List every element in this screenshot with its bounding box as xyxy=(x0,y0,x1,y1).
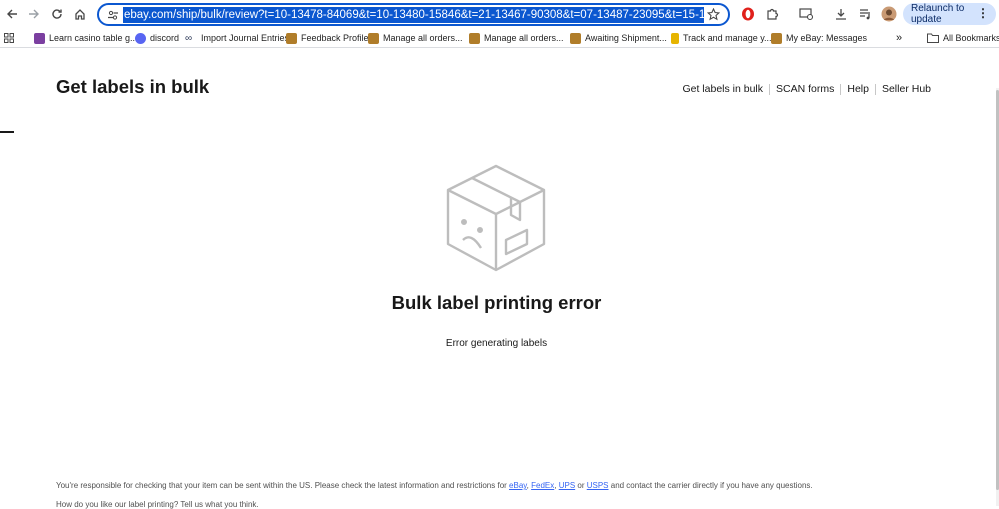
back-icon[interactable] xyxy=(2,4,22,24)
bookmark-item[interactable]: Manage all orders... xyxy=(368,31,463,45)
extensions-puzzle-icon[interactable] xyxy=(763,5,781,23)
bookmark-item[interactable]: Awaiting Shipment... xyxy=(570,31,667,45)
bookmark-label: Manage all orders... xyxy=(484,33,564,43)
link-ups[interactable]: UPS xyxy=(559,481,575,490)
download-icon[interactable] xyxy=(832,5,850,23)
disclaimer-separator: or xyxy=(575,481,587,490)
page-title: Get labels in bulk xyxy=(56,76,210,97)
home-icon[interactable] xyxy=(70,4,90,24)
media-control-icon[interactable] xyxy=(856,5,874,23)
bookmark-item[interactable]: My eBay: Messages xyxy=(771,31,867,45)
link-usps[interactable]: USPS xyxy=(587,481,609,490)
bookmark-label: Feedback Profile xyxy=(301,33,369,43)
folder-icon xyxy=(927,33,939,43)
infinity-favicon: ∞ xyxy=(185,32,193,44)
ebay-bag-favicon xyxy=(570,32,581,44)
bookmark-label: Import Journal Entries xyxy=(201,33,290,43)
bookmark-item[interactable]: discord xyxy=(135,31,179,45)
all-bookmarks-label: All Bookmarks xyxy=(943,33,999,43)
disclaimer-text: and contact the carrier directly if you … xyxy=(608,481,813,490)
bookmark-item[interactable]: ∞ Import Journal Entries xyxy=(185,31,289,45)
bookmark-label: Manage all orders... xyxy=(383,33,463,43)
link-separator xyxy=(840,83,842,95)
sad-box-icon xyxy=(443,162,549,274)
error-message: Error generating labels xyxy=(445,338,548,349)
link-scan-forms[interactable]: SCAN forms xyxy=(776,83,834,95)
bookmark-label: Awaiting Shipment... xyxy=(585,33,667,43)
address-bar[interactable]: ebay.com/ship/bulk/review?t=10-13478-840… xyxy=(97,3,730,26)
bag-favicon xyxy=(671,32,679,44)
link-help[interactable]: Help xyxy=(847,83,869,95)
menu-edge-mark xyxy=(0,131,14,133)
more-menu-icon[interactable]: ⋮ xyxy=(977,6,989,20)
ebay-bag-favicon xyxy=(469,32,480,44)
all-bookmarks-folder[interactable]: All Bookmarks xyxy=(927,31,999,45)
bookmark-star-icon[interactable] xyxy=(706,7,721,26)
link-separator xyxy=(874,83,876,95)
link-ebay[interactable]: eBay xyxy=(509,481,527,490)
bookmark-item[interactable]: Learn casino table g... xyxy=(34,31,138,45)
discord-favicon xyxy=(135,32,146,44)
casino-favicon xyxy=(34,32,45,44)
bookmark-item[interactable]: Feedback Profile xyxy=(286,31,369,45)
url-text[interactable]: ebay.com/ship/bulk/review?t=10-13478-840… xyxy=(123,6,704,23)
link-separator xyxy=(769,83,771,95)
bookmark-label: Track and manage y... xyxy=(683,33,772,43)
apps-grid-icon[interactable] xyxy=(4,31,14,45)
opera-extension-icon[interactable] xyxy=(739,5,757,23)
error-title: Bulk label printing error xyxy=(391,292,602,313)
bookmarks-overflow-chevron-icon[interactable]: » xyxy=(896,31,902,45)
bookmark-item[interactable]: Manage all orders... xyxy=(469,31,564,45)
cast-screen-icon[interactable] xyxy=(797,5,815,23)
top-links-nav: Get labels in bulk SCAN forms Help Selle… xyxy=(682,83,931,95)
reload-icon[interactable] xyxy=(47,4,67,24)
relaunch-button[interactable]: Relaunch to update ⋮ xyxy=(903,3,996,25)
page-content: Get labels in bulk Get labels in bulk SC… xyxy=(0,48,999,509)
browser-toolbar: ebay.com/ship/bulk/review?t=10-13478-840… xyxy=(0,0,999,28)
carrier-disclaimer: You're responsible for checking that you… xyxy=(56,481,813,490)
link-fedex[interactable]: FedEx xyxy=(531,481,554,490)
feedback-prompt[interactable]: How do you like our label printing? Tell… xyxy=(56,500,259,509)
ebay-bag-favicon xyxy=(771,32,782,44)
link-get-labels-in-bulk[interactable]: Get labels in bulk xyxy=(682,83,763,95)
bookmark-label: Learn casino table g... xyxy=(49,33,138,43)
disclaimer-text: You're responsible for checking that you… xyxy=(56,481,510,490)
ebay-bag-favicon xyxy=(368,32,379,44)
forward-icon[interactable] xyxy=(24,4,44,24)
bookmarks-bar: Learn casino table g... discord ∞ Import… xyxy=(0,28,999,48)
bookmark-item[interactable]: Track and manage y... xyxy=(671,31,772,45)
ebay-bag-favicon xyxy=(286,32,297,44)
site-info-icon[interactable] xyxy=(103,9,123,21)
bookmark-label: My eBay: Messages xyxy=(786,33,868,43)
link-seller-hub[interactable]: Seller Hub xyxy=(882,83,931,95)
profile-avatar[interactable] xyxy=(880,5,898,23)
bookmark-label: discord xyxy=(150,33,180,43)
